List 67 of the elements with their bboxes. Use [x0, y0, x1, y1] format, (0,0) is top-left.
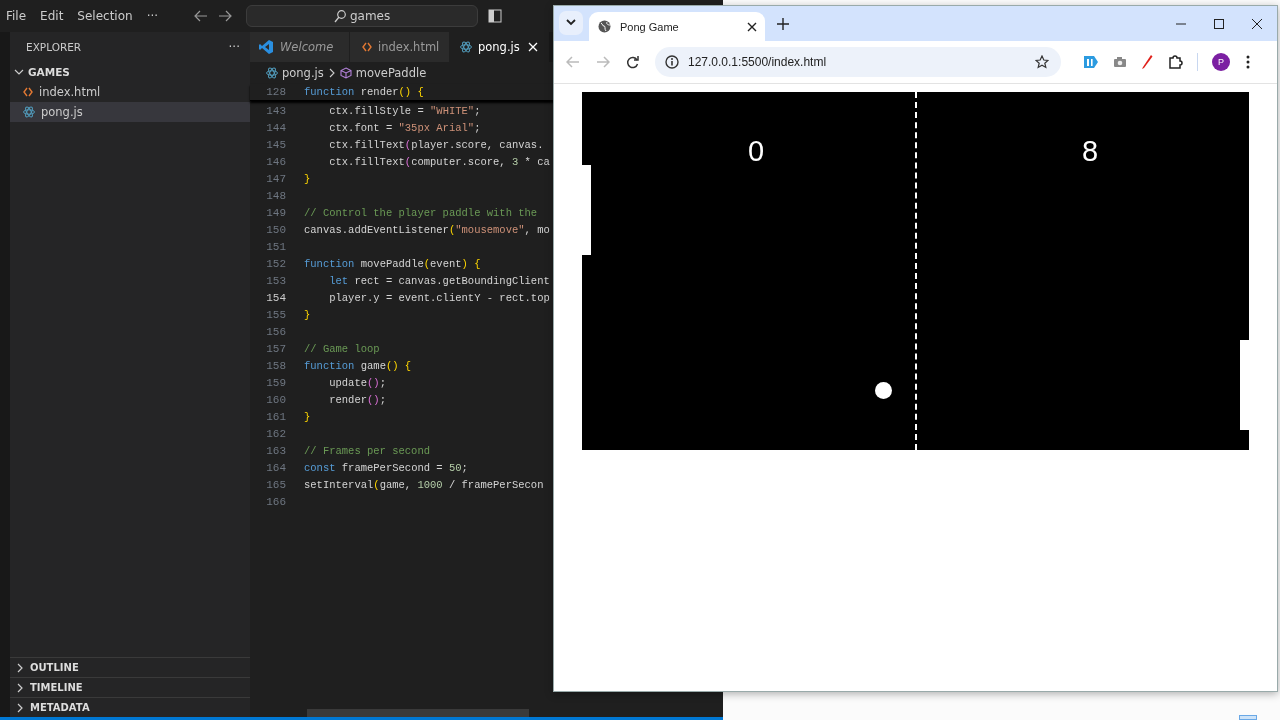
line-number: 151 — [265, 240, 286, 253]
code-line: canvas.addEventListener("mousemove", mo — [304, 223, 550, 236]
line-number: 158 — [265, 359, 286, 372]
code-line: let rect = canvas.getBoundingClient — [328, 274, 550, 287]
code-line: } — [304, 308, 311, 321]
line-number: 150 — [265, 223, 286, 236]
line-number: 152 — [265, 257, 286, 270]
line-number: 164 — [265, 461, 286, 474]
browser-tab[interactable]: Pong Game — [589, 12, 765, 41]
menu-item[interactable]: ··· — [146, 9, 167, 23]
code-line: const framePerSecond = 50; — [304, 461, 468, 474]
code-line: ctx.fillText(computer.score, 3 * ca — [328, 155, 550, 168]
code-line: // Frames per second — [304, 444, 431, 457]
code-line: } — [304, 410, 311, 423]
code-line: setInterval(game, 1000 / framePerSecon — [304, 478, 544, 491]
breadcrumb-item[interactable]: pong.js — [266, 66, 324, 80]
line-number: 145 — [265, 138, 286, 151]
more-button[interactable]: ··· — [228, 40, 240, 54]
code-line: ctx.fillText(player.score, canvas. — [328, 138, 544, 151]
line-number: 155 — [265, 308, 286, 321]
code-line: function game() { — [304, 359, 412, 372]
panel-header[interactable]: OUTLINE — [10, 657, 250, 677]
score: 0 — [748, 135, 765, 168]
line-number: 156 — [265, 325, 286, 338]
line-number: 154 — [265, 291, 286, 304]
code-line: function render() { — [304, 86, 424, 98]
line-number: 162 — [265, 427, 286, 440]
panel-header[interactable]: TIMELINE — [10, 677, 250, 697]
code-line: render(); — [328, 393, 386, 406]
line-number: 166 — [265, 495, 286, 508]
menu-item[interactable]: Edit — [40, 9, 72, 23]
line-number: 147 — [265, 172, 286, 185]
explorer-title: EXPLORER — [26, 41, 82, 53]
explorer-entry[interactable]: pong.js — [10, 102, 250, 122]
profile-avatar[interactable]: P — [1212, 53, 1230, 71]
line-number: 128 — [265, 86, 286, 98]
line-number: 161 — [265, 410, 286, 423]
line-number: 144 — [265, 121, 286, 134]
editor-tab[interactable]: pong.js — [450, 32, 549, 62]
explorer-entry[interactable]: index.html — [10, 82, 250, 102]
line-number: 165 — [265, 478, 286, 491]
folder-header[interactable]: GAMES — [10, 62, 250, 82]
breadcrumb-item[interactable]: movePaddle — [339, 66, 427, 80]
menu-item[interactable]: File — [6, 9, 35, 23]
code-line: } — [304, 172, 311, 185]
menu-item[interactable]: Selection — [77, 9, 141, 23]
search-field[interactable]: games — [246, 5, 479, 27]
editor-tab[interactable]: Welcome — [250, 32, 350, 62]
line-number: 163 — [265, 444, 286, 457]
code-line: function movePaddle(event) { — [304, 257, 481, 270]
line-number: 148 — [265, 189, 286, 202]
code-line: ctx.fillStyle = "WHITE"; — [328, 104, 481, 117]
line-number: 149 — [265, 206, 286, 219]
code-line: ctx.font = "35px Arial"; — [328, 121, 481, 134]
line-number: 143 — [265, 104, 286, 117]
score: 8 — [1082, 135, 1099, 168]
line-number: 159 — [265, 376, 286, 389]
address-bar[interactable]: 127.0.0.1:5500/index.html — [655, 47, 1061, 77]
line-number: 146 — [265, 155, 286, 168]
line-number: 157 — [265, 342, 286, 355]
line-number: 153 — [265, 274, 286, 287]
code-line: update(); — [328, 376, 386, 389]
code-line: // Game loop — [304, 342, 380, 355]
code-line: player.y = event.clientY - rect.top — [328, 291, 550, 304]
line-number: 160 — [265, 393, 286, 406]
editor-tab[interactable]: index.html — [350, 32, 450, 62]
code-line: // Control the player paddle with the — [304, 206, 538, 219]
